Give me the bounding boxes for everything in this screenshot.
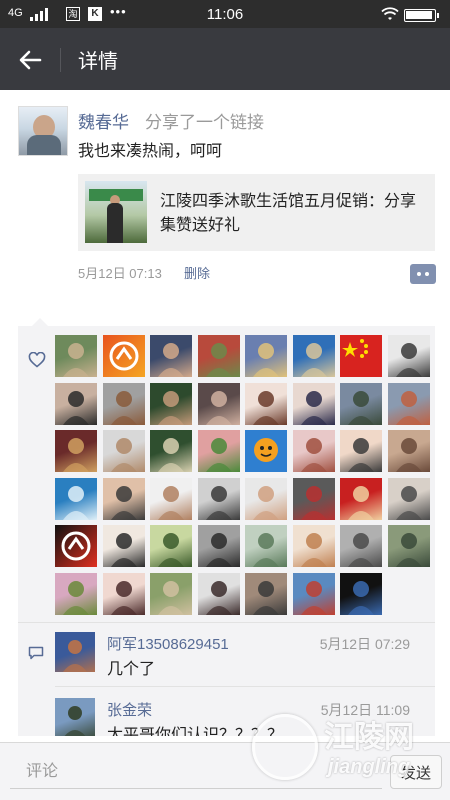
liker-avatar-photo[interactable] bbox=[150, 335, 192, 377]
liker-avatar-cartoon[interactable] bbox=[245, 430, 287, 472]
liker-avatar-photo[interactable] bbox=[55, 335, 97, 377]
liker-avatar-photo[interactable] bbox=[293, 335, 335, 377]
liker-avatar-photo[interactable] bbox=[293, 573, 335, 615]
comment-input[interactable] bbox=[10, 755, 382, 789]
liker-avatar-photo[interactable] bbox=[150, 430, 192, 472]
battery-icon bbox=[404, 9, 439, 22]
liker-avatar-photo[interactable] bbox=[55, 383, 97, 425]
liker-avatar-photo[interactable] bbox=[198, 478, 240, 520]
liker-avatar-photo[interactable] bbox=[198, 335, 240, 377]
liker-avatar-photo[interactable] bbox=[340, 525, 382, 567]
liker-avatar-photo[interactable] bbox=[55, 478, 97, 520]
title-divider bbox=[60, 48, 61, 72]
comment-author[interactable]: 张金荣 bbox=[107, 699, 152, 720]
liker-avatar-photo[interactable] bbox=[340, 573, 382, 615]
liker-avatar-photo[interactable] bbox=[245, 525, 287, 567]
page-title: 详情 bbox=[78, 51, 118, 73]
status-bar: 4G 淘 K ••• 11:06 bbox=[0, 0, 450, 28]
liker-avatar-photo[interactable] bbox=[245, 573, 287, 615]
liker-avatar-flag[interactable] bbox=[340, 335, 382, 377]
liker-avatar-photo[interactable] bbox=[55, 430, 97, 472]
comment-avatar[interactable] bbox=[55, 698, 95, 736]
liker-avatar-photo[interactable] bbox=[150, 573, 192, 615]
liker-avatar-photo[interactable] bbox=[103, 478, 145, 520]
liker-avatar-logo[interactable] bbox=[55, 525, 97, 567]
liker-avatar-photo[interactable] bbox=[388, 383, 430, 425]
liker-avatar-photo[interactable] bbox=[293, 383, 335, 425]
post-text: 我也来凑热闹，呵呵 bbox=[78, 143, 223, 160]
post-timestamp: 5月12日 07:13 bbox=[78, 266, 162, 281]
liker-avatar-photo[interactable] bbox=[340, 430, 382, 472]
liker-avatar-photo[interactable] bbox=[245, 478, 287, 520]
liker-avatar-photo[interactable] bbox=[388, 478, 430, 520]
heart-icon bbox=[28, 352, 46, 368]
liker-avatar-photo[interactable] bbox=[245, 335, 287, 377]
shared-link-card[interactable]: 江陵四季沐歌生活馆五月促销：分享集赞送好礼 bbox=[78, 174, 435, 251]
comment-author[interactable]: 阿军13508629451 bbox=[107, 633, 229, 654]
comment-text[interactable]: 几个了 bbox=[107, 655, 155, 679]
liker-avatar-photo[interactable] bbox=[150, 478, 192, 520]
panel-arrow bbox=[32, 318, 48, 326]
liker-avatar-photo[interactable] bbox=[103, 430, 145, 472]
liker-avatar-photo[interactable] bbox=[103, 573, 145, 615]
liker-avatar-photo[interactable] bbox=[198, 573, 240, 615]
post-action-label: 分享了一个链接 bbox=[145, 113, 264, 132]
comment-divider bbox=[55, 686, 435, 687]
poster-avatar[interactable] bbox=[18, 106, 68, 156]
liker-avatar-photo[interactable] bbox=[340, 478, 382, 520]
liker-avatar-photo[interactable] bbox=[293, 478, 335, 520]
liker-avatar-logo[interactable] bbox=[103, 335, 145, 377]
comment-icon bbox=[28, 646, 44, 660]
liker-avatar-photo[interactable] bbox=[340, 383, 382, 425]
liker-avatar-photo[interactable] bbox=[245, 383, 287, 425]
comment-time: 5月12日 11:09 bbox=[320, 702, 410, 718]
comment-time: 5月12日 07:29 bbox=[319, 636, 410, 652]
liker-avatar-photo[interactable] bbox=[388, 335, 430, 377]
link-thumbnail bbox=[85, 181, 147, 243]
send-button[interactable]: 发送 bbox=[390, 755, 442, 789]
comment-input-bar: 发送 bbox=[0, 742, 450, 800]
liker-avatar-photo[interactable] bbox=[388, 525, 430, 567]
liker-avatar-photo[interactable] bbox=[150, 525, 192, 567]
liker-avatar-photo[interactable] bbox=[198, 525, 240, 567]
link-title: 江陵四季沐歌生活馆五月促销：分享集赞送好礼 bbox=[160, 193, 417, 234]
poster-name[interactable]: 魏春华 bbox=[78, 108, 129, 133]
liker-avatar-photo[interactable] bbox=[388, 430, 430, 472]
liker-avatar-photo[interactable] bbox=[293, 430, 335, 472]
title-bar: 详情 bbox=[0, 28, 450, 90]
likes-divider bbox=[18, 622, 435, 623]
comment-text[interactable]: 太平哥你们认识？？？？ bbox=[107, 721, 283, 736]
liker-avatar-photo[interactable] bbox=[150, 383, 192, 425]
likes-comments-panel: 阿军13508629451 5月12日 07:29 几个了 张金荣 5月12日 … bbox=[18, 326, 435, 736]
liker-avatar-photo[interactable] bbox=[293, 525, 335, 567]
delete-button[interactable]: 删除 bbox=[184, 263, 210, 282]
wifi-icon bbox=[381, 7, 399, 20]
liker-avatar-photo[interactable] bbox=[55, 573, 97, 615]
liker-avatar-photo[interactable] bbox=[198, 430, 240, 472]
liker-avatar-photo[interactable] bbox=[103, 525, 145, 567]
back-arrow-icon[interactable] bbox=[12, 42, 48, 78]
more-actions-button[interactable] bbox=[410, 264, 436, 284]
comment-avatar[interactable] bbox=[55, 632, 95, 672]
liker-avatar-photo[interactable] bbox=[198, 383, 240, 425]
liker-avatar-photo[interactable] bbox=[103, 383, 145, 425]
